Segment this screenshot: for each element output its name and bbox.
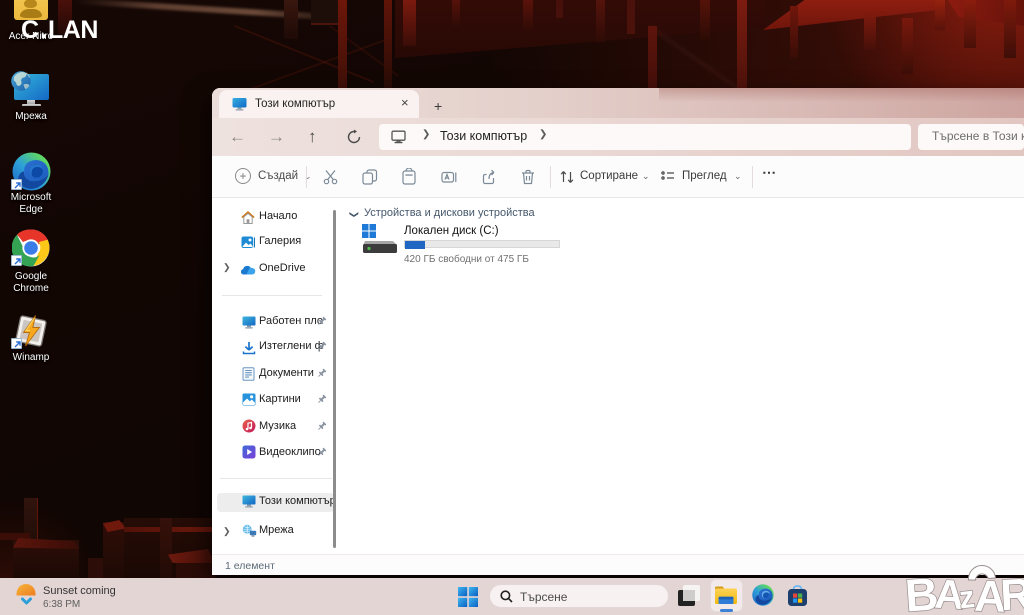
svg-text:R: R bbox=[999, 570, 1024, 615]
